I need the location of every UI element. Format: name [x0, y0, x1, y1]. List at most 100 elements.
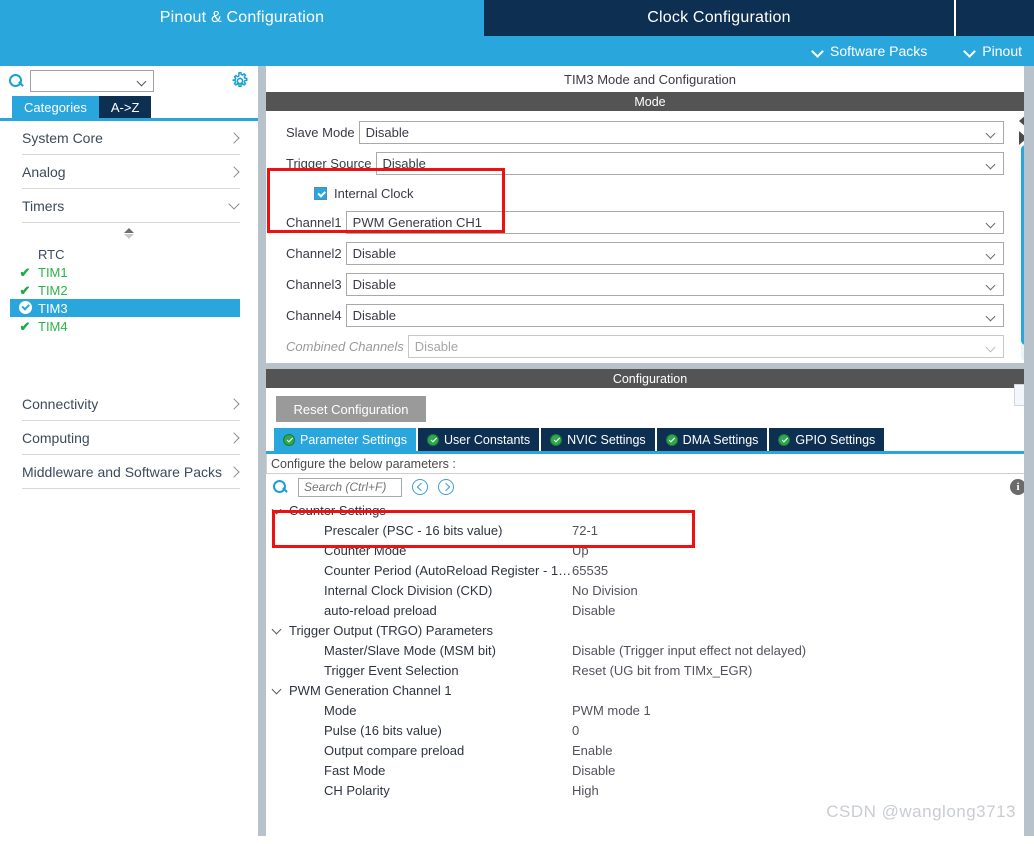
- param-row-counter-period[interactable]: Counter Period (AutoReload Register - 16…: [272, 560, 1034, 580]
- tab-dma-settings[interactable]: DMA Settings: [656, 428, 768, 451]
- field-channel4-label: Channel4: [286, 307, 342, 323]
- tab-pinout-configuration-label: Pinout & Configuration: [159, 9, 325, 26]
- channel4-value: Disable: [352, 307, 397, 323]
- param-row-pulse[interactable]: Pulse (16 bits value) 0: [272, 720, 1034, 740]
- param-row-pulse-key: Pulse (16 bits value): [324, 722, 442, 738]
- tab-clock-configuration[interactable]: Clock Configuration: [484, 0, 956, 36]
- check-icon: ✔: [19, 264, 31, 280]
- sidebar-item-rtc[interactable]: RTC: [10, 245, 240, 263]
- scroll-spinner-icon: [122, 228, 136, 240]
- param-row-auto-reload-preload[interactable]: auto-reload preload Disable: [272, 600, 1034, 620]
- sidebar-item-timers[interactable]: Timers: [22, 189, 240, 223]
- configuration-section-header: Configuration: [266, 369, 1034, 388]
- param-row-fast-mode-value: Disable: [572, 762, 616, 778]
- reset-configuration-label: Reset Configuration: [293, 401, 409, 417]
- chevron-down-icon: [987, 344, 996, 353]
- right-scroll-gutter[interactable]: [1024, 66, 1034, 844]
- param-row-fast-mode[interactable]: Fast Mode Disable: [272, 760, 1034, 780]
- sidebar-item-system-core[interactable]: System Core: [22, 121, 240, 155]
- tab-nvic-settings-label: NVIC Settings: [567, 432, 646, 447]
- reset-configuration-row: Reset Configuration: [266, 388, 1034, 428]
- tab-user-constants[interactable]: User Constants: [418, 428, 540, 451]
- chevron-down-icon: [813, 46, 824, 57]
- chevron-down-icon: [987, 251, 996, 260]
- slave-mode-combo[interactable]: Disable: [358, 120, 1004, 144]
- param-row-master-slave-mode-key: Master/Slave Mode (MSM bit): [324, 642, 496, 658]
- tab-gpio-settings[interactable]: GPIO Settings: [769, 428, 885, 451]
- sidebar-item-computing[interactable]: Computing: [22, 421, 240, 455]
- watermark: CSDN @wanglong3713: [826, 802, 1016, 821]
- tab-nvic-settings[interactable]: NVIC Settings: [541, 428, 655, 451]
- parameter-search-input[interactable]: [302, 479, 398, 495]
- gear-icon[interactable]: [230, 71, 250, 91]
- param-row-fast-mode-key: Fast Mode: [324, 762, 386, 778]
- chevron-right-icon: [228, 132, 240, 144]
- param-row-trigger-event-selection[interactable]: Trigger Event Selection Reset (UG bit fr…: [272, 660, 1034, 680]
- next-match-icon[interactable]: [438, 479, 454, 495]
- list-scroll-spinner[interactable]: [0, 223, 258, 245]
- param-group-counter-settings[interactable]: Counter Settings: [272, 500, 1034, 520]
- param-row-ch-polarity[interactable]: CH Polarity High: [272, 780, 1034, 800]
- tab-parameter-settings[interactable]: Parameter Settings: [274, 428, 416, 451]
- category-tree: System Core Analog Timers RTC ✔ TIM1 ✔ T…: [0, 121, 258, 489]
- internal-clock-checkbox[interactable]: [314, 186, 327, 200]
- param-row-counter-mode[interactable]: Counter Mode Up: [272, 540, 1034, 560]
- sidebar-item-tim3[interactable]: TIM3: [10, 299, 240, 317]
- param-row-mode[interactable]: Mode PWM mode 1: [272, 700, 1034, 720]
- search-input[interactable]: [35, 73, 149, 89]
- pinout-menu[interactable]: Pinout: [965, 43, 1022, 59]
- chevron-down-icon: [987, 282, 996, 291]
- tab-categories[interactable]: Categories: [12, 96, 99, 118]
- channel1-combo[interactable]: PWM Generation CH1: [345, 210, 1004, 234]
- software-packs-menu[interactable]: Software Packs: [813, 43, 927, 59]
- param-group-counter-settings-label: Counter Settings: [289, 502, 386, 518]
- chevron-down-icon: [272, 625, 283, 636]
- cubemx-window: Pinout & Configuration Clock Configurati…: [0, 0, 1034, 844]
- parameter-search-box[interactable]: [298, 477, 402, 497]
- search-icon: [272, 479, 288, 495]
- param-row-internal-clock-division[interactable]: Internal Clock Division (CKD) No Divisio…: [272, 580, 1034, 600]
- sidebar-item-middleware[interactable]: Middleware and Software Packs: [22, 455, 240, 489]
- channel3-combo[interactable]: Disable: [345, 272, 1004, 296]
- chevron-right-icon: [228, 466, 240, 478]
- param-row-prescaler[interactable]: Prescaler (PSC - 16 bits value) 72-1: [272, 520, 1034, 540]
- chevron-down-icon: [987, 220, 996, 229]
- channel4-combo[interactable]: Disable: [345, 303, 1004, 327]
- param-row-internal-clock-division-key: Internal Clock Division (CKD): [324, 582, 493, 598]
- param-row-master-slave-mode[interactable]: Master/Slave Mode (MSM bit) Disable (Tri…: [272, 640, 1034, 660]
- param-row-ch-polarity-value: High: [572, 782, 599, 798]
- sidebar-item-analog[interactable]: Analog: [22, 155, 240, 189]
- top-tab-bar: Pinout & Configuration Clock Configurati…: [0, 0, 1034, 36]
- mode-section-header-label: Mode: [634, 94, 666, 109]
- configure-parameters-hint: Configure the below parameters :: [266, 454, 1034, 474]
- sidebar-item-system-core-label: System Core: [22, 129, 103, 146]
- param-row-ch-polarity-key: CH Polarity: [324, 782, 390, 798]
- sidebar-item-middleware-label: Middleware and Software Packs: [22, 463, 222, 480]
- sidebar-item-tim2[interactable]: ✔ TIM2: [10, 281, 240, 299]
- sidebar-item-tim4[interactable]: ✔ TIM4: [10, 317, 240, 335]
- configuration-section-header-label: Configuration: [612, 371, 688, 386]
- categories-sidebar: Categories A->Z System Core Analog Timer…: [0, 66, 258, 844]
- field-channel2: Channel2 Disable: [286, 240, 1004, 266]
- trigger-source-combo[interactable]: Disable: [375, 151, 1004, 175]
- timers-peripheral-list: RTC ✔ TIM1 ✔ TIM2 TIM3 ✔ TIM4: [10, 245, 240, 335]
- check-icon: ✔: [19, 318, 31, 334]
- param-group-trigger-output[interactable]: Trigger Output (TRGO) Parameters: [272, 620, 1034, 640]
- sidebar-item-tim1[interactable]: ✔ TIM1: [10, 263, 240, 281]
- peripheral-search-combo[interactable]: [30, 70, 154, 92]
- tab-pinout-configuration[interactable]: Pinout & Configuration: [0, 0, 484, 36]
- field-channel1-label: Channel1: [286, 214, 342, 230]
- param-row-mode-key: Mode: [324, 702, 357, 718]
- prev-match-icon[interactable]: [412, 479, 428, 495]
- panel-splitter[interactable]: [258, 66, 266, 844]
- reset-configuration-button[interactable]: Reset Configuration: [276, 396, 426, 422]
- sidebar-item-connectivity[interactable]: Connectivity: [22, 387, 240, 421]
- channel2-combo[interactable]: Disable: [345, 241, 1004, 265]
- check-circle-icon: [550, 433, 563, 446]
- param-row-output-compare-preload[interactable]: Output compare preload Enable: [272, 740, 1034, 760]
- tab-project-manager[interactable]: [956, 0, 1034, 36]
- sidebar-view-tabs: Categories A->Z: [0, 96, 258, 118]
- param-group-pwm-generation-channel-1[interactable]: PWM Generation Channel 1: [272, 680, 1034, 700]
- tab-a-to-z[interactable]: A->Z: [98, 96, 152, 118]
- internal-clock-checkbox-row[interactable]: Internal Clock: [286, 181, 1004, 205]
